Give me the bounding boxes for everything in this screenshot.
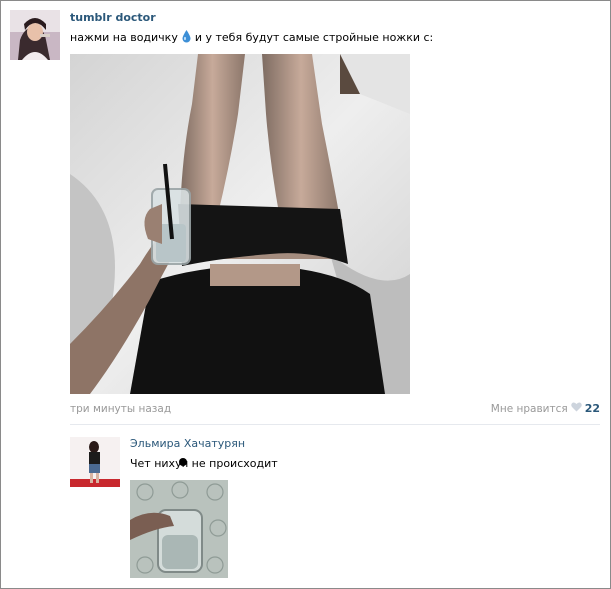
water-drop-icon bbox=[182, 30, 191, 46]
post-text-before: нажми на водичку bbox=[70, 31, 178, 44]
post-text-after: и у тебя будут самые стройные ножки с: bbox=[194, 31, 434, 44]
mouse-cursor bbox=[179, 458, 187, 466]
heart-icon bbox=[570, 402, 582, 415]
post-timestamp[interactable]: три минуты назад bbox=[70, 403, 171, 415]
comment-text: Чет нихуя не происходит bbox=[130, 457, 278, 470]
comment-author-avatar[interactable] bbox=[70, 437, 120, 487]
like-button[interactable]: Мне нравится 22 bbox=[491, 402, 600, 415]
like-count: 22 bbox=[584, 402, 600, 415]
post-author-name[interactable]: tumblr doctor bbox=[70, 11, 156, 24]
post-author-avatar[interactable] bbox=[10, 10, 60, 60]
comment-author-name[interactable]: Эльмира Хачатурян bbox=[130, 437, 245, 450]
comments-divider bbox=[70, 424, 600, 425]
post-text: нажми на водичку и у тебя будут самые стр… bbox=[70, 30, 433, 46]
wall-post: tumblr doctor нажми на водичку и у тебя б… bbox=[0, 0, 611, 589]
comment-photo[interactable] bbox=[130, 480, 228, 578]
like-label: Мне нравится bbox=[490, 402, 568, 415]
post-photo[interactable] bbox=[70, 54, 410, 394]
